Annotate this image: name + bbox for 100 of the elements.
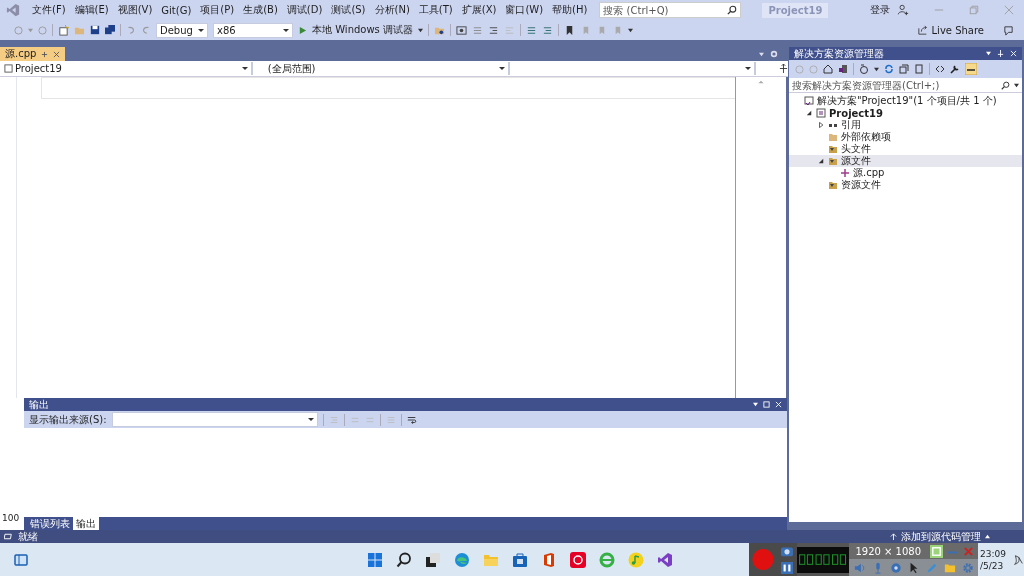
word-wrap-icon[interactable] [406, 414, 417, 425]
tree-item[interactable]: 源文件 [789, 155, 1022, 167]
document-tab[interactable]: 源.cpp [0, 47, 66, 61]
tree-item[interactable]: 资源文件 [789, 179, 1022, 191]
camera-icon[interactable] [780, 545, 795, 558]
task-view-icon[interactable] [425, 551, 442, 568]
tree-item[interactable]: 外部依赖项 [789, 131, 1022, 143]
code-icon[interactable] [935, 64, 945, 74]
zoom-level[interactable]: 100 [0, 513, 24, 523]
webcam-icon[interactable] [890, 561, 903, 574]
widgets-icon[interactable] [14, 552, 28, 567]
settings-icon[interactable] [770, 50, 778, 58]
scroll-up-icon[interactable] [758, 80, 764, 84]
sign-in-link[interactable]: 登录 [870, 3, 890, 17]
maximize-icon[interactable] [763, 401, 770, 408]
panel-tab[interactable]: 输出 [73, 517, 99, 530]
dropdown-caret-icon[interactable] [986, 51, 991, 56]
dropdown-caret-icon[interactable] [874, 66, 879, 72]
menu-item[interactable]: 文件(F) [29, 3, 69, 17]
panel-title: 解决方案资源管理器 [794, 46, 884, 61]
search-icon[interactable] [396, 551, 413, 568]
project-dropdown[interactable]: Project19 [4, 62, 253, 75]
pin-icon[interactable] [41, 50, 49, 58]
live-share-button[interactable]: Live Share [917, 24, 984, 36]
tree-item[interactable]: Project19 [789, 107, 1022, 119]
dropdown-caret-icon[interactable] [628, 27, 633, 33]
music-note-app-icon[interactable] [628, 551, 645, 568]
region-icon[interactable] [930, 544, 944, 558]
start-icon[interactable] [367, 551, 384, 568]
indent-icon[interactable] [488, 24, 499, 36]
status-text: 就绪 [18, 529, 38, 544]
folder-icon [828, 132, 838, 142]
window-title: Project19 [762, 2, 829, 18]
menu-item[interactable]: 项目(P) [197, 3, 238, 17]
browser-e-icon[interactable] [599, 551, 616, 568]
dropdown-caret-icon[interactable] [418, 27, 423, 33]
close-icon[interactable] [53, 50, 61, 58]
resolution-label: 1920 × 1080 [854, 545, 923, 557]
store-icon[interactable] [512, 551, 529, 568]
switch-views-icon[interactable] [838, 64, 848, 74]
menu-item[interactable]: 帮助(H) [549, 3, 591, 17]
tree-item[interactable]: 源.cpp [789, 167, 1022, 179]
source-control-button[interactable]: 添加到源代码管理 [890, 529, 990, 544]
menu-item[interactable]: Git(G) [158, 4, 195, 16]
expanded-arrow-icon[interactable] [806, 110, 812, 116]
add-user-icon[interactable] [897, 4, 909, 16]
project-icon [4, 64, 13, 73]
home-icon[interactable] [823, 64, 833, 74]
expanded-arrow-icon[interactable] [818, 158, 824, 164]
search-icon [727, 5, 738, 15]
tree-item[interactable]: 头文件 [789, 143, 1022, 155]
menu-item[interactable]: 视图(V) [114, 3, 156, 17]
menu-item[interactable]: 分析(N) [371, 3, 413, 17]
menu-item[interactable]: 编辑(E) [71, 3, 112, 17]
menu-item[interactable]: 工具(T) [415, 3, 456, 17]
timer-display [797, 544, 850, 575]
run-debugger-button[interactable]: 本地 Windows 调试器 [312, 23, 413, 37]
split-icon[interactable] [779, 64, 788, 73]
visual-studio-icon[interactable] [657, 551, 674, 568]
collapse-all-icon[interactable] [899, 64, 909, 74]
filter-folder-icon [828, 156, 838, 166]
pause-icon[interactable] [781, 561, 794, 574]
preview-icon[interactable] [965, 63, 977, 75]
clock-time[interactable]: 23:09 [980, 547, 1006, 560]
search-icon [1001, 81, 1010, 90]
window-icon[interactable] [456, 24, 467, 36]
scope-dropdown[interactable]: (全局范围) [255, 62, 511, 75]
panel-tab[interactable]: 错误列表 [27, 517, 73, 530]
save-icon[interactable] [90, 25, 100, 35]
list-icon[interactable] [472, 24, 483, 36]
tab-dropdown-icon[interactable] [759, 51, 764, 57]
tree-item[interactable]: 引用 [789, 119, 1022, 131]
menu-item[interactable]: 窗口(W) [502, 3, 547, 17]
feedback-icon[interactable] [1003, 24, 1014, 36]
search-field[interactable]: 搜索解决方案资源管理器(Ctrl+;) [789, 78, 1022, 93]
menu-item[interactable]: 测试(S) [328, 3, 369, 17]
caret-icon [985, 534, 990, 539]
bookmark-icon[interactable] [564, 24, 575, 36]
dropdown-caret-icon[interactable] [1014, 83, 1019, 88]
clock-date[interactable]: /5/23 [980, 559, 1006, 572]
platform-dropdown[interactable]: x86 [213, 22, 293, 38]
new-item-icon[interactable] [58, 24, 69, 36]
menu-item[interactable]: 扩展(X) [458, 3, 500, 17]
refresh-icon[interactable] [884, 64, 894, 74]
search-field[interactable]: 搜索 (Ctrl+Q) [599, 2, 742, 18]
solution-icon [804, 96, 814, 106]
dropdown-caret-icon[interactable] [753, 402, 758, 407]
music-app-icon[interactable] [570, 551, 587, 568]
collapsed-arrow-icon[interactable] [818, 122, 824, 128]
menu-item[interactable]: 生成(B) [240, 3, 281, 17]
play-icon[interactable] [298, 25, 307, 35]
status-icon [4, 532, 13, 541]
menu-item[interactable]: 调试(D) [283, 3, 326, 17]
browser-icon[interactable] [454, 551, 471, 568]
wrench-icon[interactable] [950, 64, 960, 74]
tree-item[interactable]: 解决方案"Project19"(1 个项目/共 1 个) [789, 95, 1022, 107]
configuration-dropdown[interactable]: Debug [156, 22, 208, 38]
source-label: 显示输出来源(S): [29, 412, 107, 427]
save-all-icon[interactable] [105, 25, 115, 35]
project-icon [816, 108, 826, 118]
